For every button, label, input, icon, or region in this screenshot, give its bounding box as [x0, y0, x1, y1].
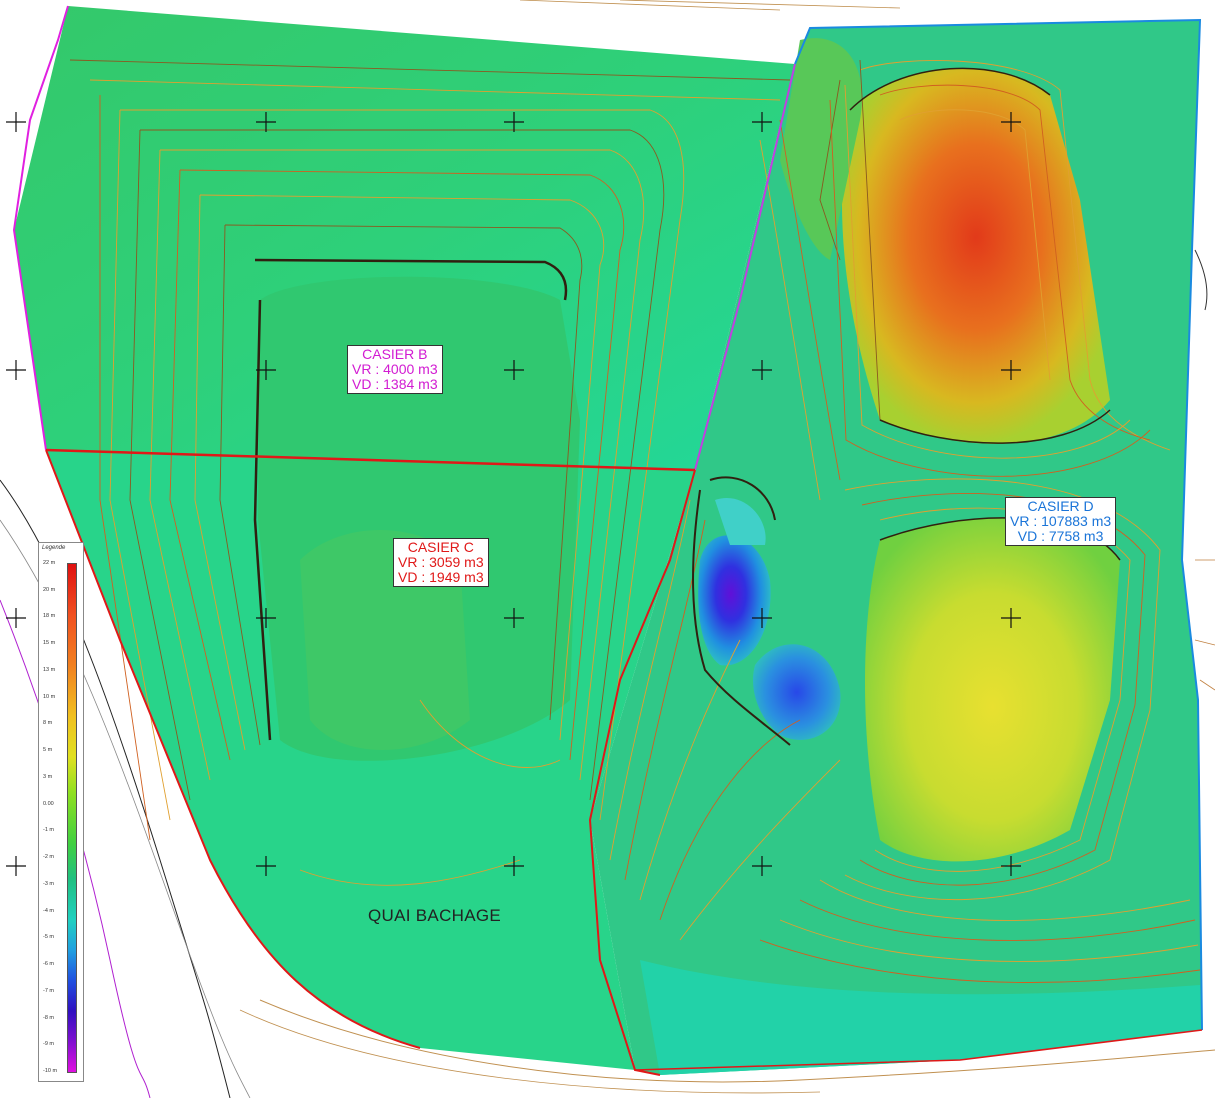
casier-d-name: CASIER D [1027, 498, 1094, 514]
legend-tick: 10 m [43, 693, 56, 700]
legend-tick: 13 m [43, 666, 56, 673]
legend-tick: 15 m [43, 640, 56, 647]
casier-b-label: CASIER B VR : 4000 m3 VD : 1384 m3 [347, 345, 443, 394]
casier-d-label: CASIER D VR : 107883 m3 VD : 7758 m3 [1005, 497, 1117, 546]
legend-tick: -2 m [43, 854, 54, 861]
casier-c-label: CASIER C VR : 3059 m3 VD : 1949 m3 [393, 538, 489, 587]
casier-c-vr: VR : 3059 m3 [398, 554, 484, 570]
legend-tick: -3 m [43, 880, 54, 887]
elevation-legend: Legende 22 m 20 m 18 m 15 m 13 m 10 m 8 m 5 m 3 … [38, 542, 84, 1082]
casier-d-vr: VR : 107883 m3 [1010, 513, 1112, 529]
legend-tick: -6 m [43, 961, 54, 968]
legend-color-bar [67, 563, 77, 1073]
legend-tick: -8 m [43, 1014, 54, 1021]
casier-b-vd: VD : 1384 m3 [352, 376, 438, 392]
legend-tick: 5 m [43, 747, 53, 754]
legend-tick: -1 m [43, 827, 54, 834]
legend-tick: -9 m [43, 1041, 54, 1048]
casier-b-vr: VR : 4000 m3 [352, 361, 438, 377]
legend-tick: -7 m [43, 987, 54, 994]
legend-tick: 18 m [43, 613, 56, 620]
quai-bachage-label: QUAI BACHAGE [368, 906, 502, 925]
legend-tick: 0.00 [43, 800, 54, 807]
legend-tick: -10 m [43, 1068, 58, 1074]
legend-tick: -5 m [43, 934, 54, 941]
casier-d-vd: VD : 7758 m3 [1017, 528, 1104, 544]
elevation-map [0, 0, 1215, 1098]
legend-tick: 22 m [43, 560, 56, 566]
casier-b-name: CASIER B [362, 346, 428, 362]
legend-tick: 8 m [43, 720, 53, 727]
casier-c-name: CASIER C [407, 539, 474, 555]
legend-tick: 3 m [43, 773, 53, 780]
legend-tick: -4 m [43, 907, 54, 914]
casier-c-vd: VD : 1949 m3 [398, 569, 484, 585]
legend-tick: 20 m [43, 586, 56, 593]
legend-title: Legende [42, 545, 66, 551]
